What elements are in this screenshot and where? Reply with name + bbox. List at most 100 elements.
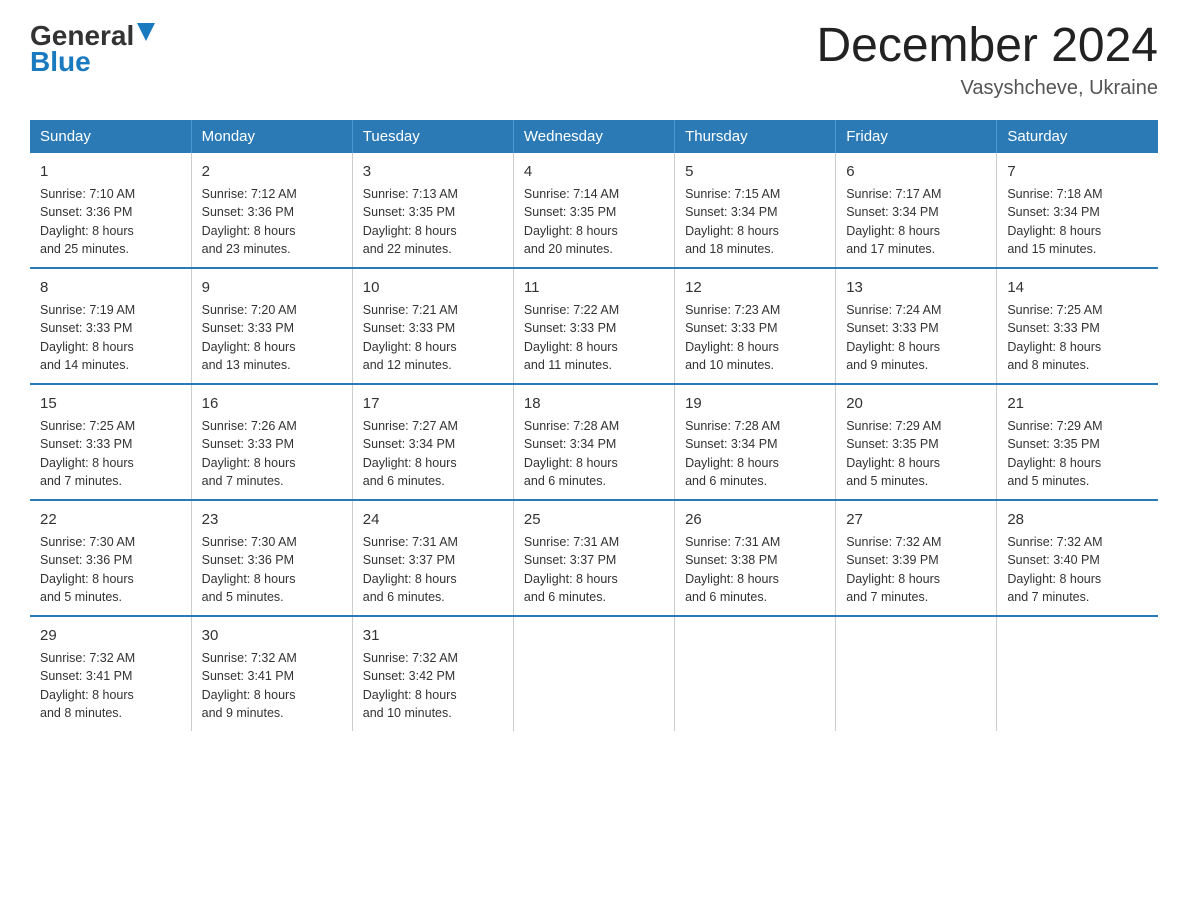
day-info: Sunrise: 7:13 AMSunset: 3:35 PMDaylight:…	[363, 187, 458, 257]
day-info: Sunrise: 7:29 AMSunset: 3:35 PMDaylight:…	[846, 419, 941, 489]
calendar-cell: 2 Sunrise: 7:12 AMSunset: 3:36 PMDaylight…	[191, 153, 352, 268]
day-info: Sunrise: 7:14 AMSunset: 3:35 PMDaylight:…	[524, 187, 619, 257]
day-number: 15	[40, 393, 181, 414]
header-friday: Friday	[836, 120, 997, 153]
day-info: Sunrise: 7:19 AMSunset: 3:33 PMDaylight:…	[40, 303, 135, 373]
page-title: December 2024	[816, 20, 1158, 73]
day-number: 18	[524, 393, 664, 414]
header-wednesday: Wednesday	[513, 120, 674, 153]
header-sunday: Sunday	[30, 120, 191, 153]
calendar-cell	[997, 616, 1158, 731]
calendar-cell: 11Sunrise: 7:22 AMSunset: 3:33 PMDayligh…	[513, 268, 674, 384]
logo-blue-text: Blue	[30, 48, 91, 76]
day-info: Sunrise: 7:32 AMSunset: 3:42 PMDaylight:…	[363, 651, 458, 721]
calendar-cell: 3 Sunrise: 7:13 AMSunset: 3:35 PMDaylight…	[352, 153, 513, 268]
day-info: Sunrise: 7:31 AMSunset: 3:37 PMDaylight:…	[363, 535, 458, 605]
calendar-cell: 29 Sunrise: 7:32 AMSunset: 3:41 PMDayligh…	[30, 616, 191, 731]
week-row-2: 8 Sunrise: 7:19 AMSunset: 3:33 PMDaylight…	[30, 268, 1158, 384]
day-info: Sunrise: 7:26 AMSunset: 3:33 PMDaylight:…	[202, 419, 297, 489]
day-number: 12	[685, 277, 825, 298]
calendar-cell: 20 Sunrise: 7:29 AMSunset: 3:35 PMDayligh…	[836, 384, 997, 500]
day-info: Sunrise: 7:10 AMSunset: 3:36 PMDaylight:…	[40, 187, 135, 257]
logo-arrow-icon	[137, 23, 155, 46]
day-info: Sunrise: 7:18 AMSunset: 3:34 PMDaylight:…	[1007, 187, 1102, 257]
day-number: 7	[1007, 161, 1148, 182]
day-info: Sunrise: 7:30 AMSunset: 3:36 PMDaylight:…	[40, 535, 135, 605]
day-info: Sunrise: 7:27 AMSunset: 3:34 PMDaylight:…	[363, 419, 458, 489]
day-info: Sunrise: 7:32 AMSunset: 3:41 PMDaylight:…	[40, 651, 135, 721]
day-number: 22	[40, 509, 181, 530]
day-info: Sunrise: 7:31 AMSunset: 3:38 PMDaylight:…	[685, 535, 780, 605]
day-number: 28	[1007, 509, 1148, 530]
calendar-cell: 19Sunrise: 7:28 AMSunset: 3:34 PMDayligh…	[675, 384, 836, 500]
day-info: Sunrise: 7:28 AMSunset: 3:34 PMDaylight:…	[524, 419, 619, 489]
day-number: 23	[202, 509, 342, 530]
day-number: 17	[363, 393, 503, 414]
week-row-4: 22 Sunrise: 7:30 AMSunset: 3:36 PMDayligh…	[30, 500, 1158, 616]
header-thursday: Thursday	[675, 120, 836, 153]
day-number: 1	[40, 161, 181, 182]
calendar-cell: 25 Sunrise: 7:31 AMSunset: 3:37 PMDayligh…	[513, 500, 674, 616]
calendar-cell: 10 Sunrise: 7:21 AMSunset: 3:33 PMDayligh…	[352, 268, 513, 384]
day-info: Sunrise: 7:30 AMSunset: 3:36 PMDaylight:…	[202, 535, 297, 605]
title-section: December 2024 Vasyshcheve, Ukraine	[816, 20, 1158, 100]
header-saturday: Saturday	[997, 120, 1158, 153]
day-number: 4	[524, 161, 664, 182]
day-info: Sunrise: 7:17 AMSunset: 3:34 PMDaylight:…	[846, 187, 941, 257]
day-info: Sunrise: 7:31 AMSunset: 3:37 PMDaylight:…	[524, 535, 619, 605]
day-number: 25	[524, 509, 664, 530]
calendar-cell: 27 Sunrise: 7:32 AMSunset: 3:39 PMDayligh…	[836, 500, 997, 616]
calendar-cell: 26 Sunrise: 7:31 AMSunset: 3:38 PMDayligh…	[675, 500, 836, 616]
calendar-cell	[513, 616, 674, 731]
day-number: 5	[685, 161, 825, 182]
calendar-cell: 22 Sunrise: 7:30 AMSunset: 3:36 PMDayligh…	[30, 500, 191, 616]
header-monday: Monday	[191, 120, 352, 153]
day-number: 3	[363, 161, 503, 182]
page-header: General Blue December 2024 Vasyshcheve, …	[30, 20, 1158, 100]
day-number: 10	[363, 277, 503, 298]
day-info: Sunrise: 7:12 AMSunset: 3:36 PMDaylight:…	[202, 187, 297, 257]
day-number: 19	[685, 393, 825, 414]
calendar-cell: 9Sunrise: 7:20 AMSunset: 3:33 PMDaylight…	[191, 268, 352, 384]
day-number: 20	[846, 393, 986, 414]
day-info: Sunrise: 7:24 AMSunset: 3:33 PMDaylight:…	[846, 303, 941, 373]
calendar-cell: 23 Sunrise: 7:30 AMSunset: 3:36 PMDayligh…	[191, 500, 352, 616]
calendar-table: SundayMondayTuesdayWednesdayThursdayFrid…	[30, 120, 1158, 731]
day-info: Sunrise: 7:32 AMSunset: 3:41 PMDaylight:…	[202, 651, 297, 721]
day-number: 30	[202, 625, 342, 646]
week-row-5: 29 Sunrise: 7:32 AMSunset: 3:41 PMDayligh…	[30, 616, 1158, 731]
day-number: 21	[1007, 393, 1148, 414]
day-info: Sunrise: 7:32 AMSunset: 3:40 PMDaylight:…	[1007, 535, 1102, 605]
day-info: Sunrise: 7:20 AMSunset: 3:33 PMDaylight:…	[202, 303, 297, 373]
day-info: Sunrise: 7:29 AMSunset: 3:35 PMDaylight:…	[1007, 419, 1102, 489]
day-number: 8	[40, 277, 181, 298]
calendar-cell: 8 Sunrise: 7:19 AMSunset: 3:33 PMDaylight…	[30, 268, 191, 384]
calendar-cell	[836, 616, 997, 731]
calendar-cell: 21 Sunrise: 7:29 AMSunset: 3:35 PMDayligh…	[997, 384, 1158, 500]
calendar-cell: 15Sunrise: 7:25 AMSunset: 3:33 PMDayligh…	[30, 384, 191, 500]
calendar-cell: 13 Sunrise: 7:24 AMSunset: 3:33 PMDayligh…	[836, 268, 997, 384]
day-number: 29	[40, 625, 181, 646]
day-number: 13	[846, 277, 986, 298]
day-info: Sunrise: 7:32 AMSunset: 3:39 PMDaylight:…	[846, 535, 941, 605]
calendar-cell: 4 Sunrise: 7:14 AMSunset: 3:35 PMDaylight…	[513, 153, 674, 268]
calendar-cell: 7 Sunrise: 7:18 AMSunset: 3:34 PMDaylight…	[997, 153, 1158, 268]
day-number: 2	[202, 161, 342, 182]
day-number: 6	[846, 161, 986, 182]
calendar-cell: 6 Sunrise: 7:17 AMSunset: 3:34 PMDaylight…	[836, 153, 997, 268]
calendar-cell: 31Sunrise: 7:32 AMSunset: 3:42 PMDayligh…	[352, 616, 513, 731]
logo: General Blue	[30, 20, 155, 76]
week-row-3: 15Sunrise: 7:25 AMSunset: 3:33 PMDayligh…	[30, 384, 1158, 500]
calendar-cell: 30 Sunrise: 7:32 AMSunset: 3:41 PMDayligh…	[191, 616, 352, 731]
day-number: 24	[363, 509, 503, 530]
calendar-cell: 17 Sunrise: 7:27 AMSunset: 3:34 PMDayligh…	[352, 384, 513, 500]
day-info: Sunrise: 7:21 AMSunset: 3:33 PMDaylight:…	[363, 303, 458, 373]
day-number: 26	[685, 509, 825, 530]
calendar-cell: 24 Sunrise: 7:31 AMSunset: 3:37 PMDayligh…	[352, 500, 513, 616]
calendar-header-row: SundayMondayTuesdayWednesdayThursdayFrid…	[30, 120, 1158, 153]
day-number: 27	[846, 509, 986, 530]
day-number: 11	[524, 277, 664, 298]
day-info: Sunrise: 7:25 AMSunset: 3:33 PMDaylight:…	[1007, 303, 1102, 373]
week-row-1: 1 Sunrise: 7:10 AMSunset: 3:36 PMDaylight…	[30, 153, 1158, 268]
calendar-cell: 14Sunrise: 7:25 AMSunset: 3:33 PMDayligh…	[997, 268, 1158, 384]
